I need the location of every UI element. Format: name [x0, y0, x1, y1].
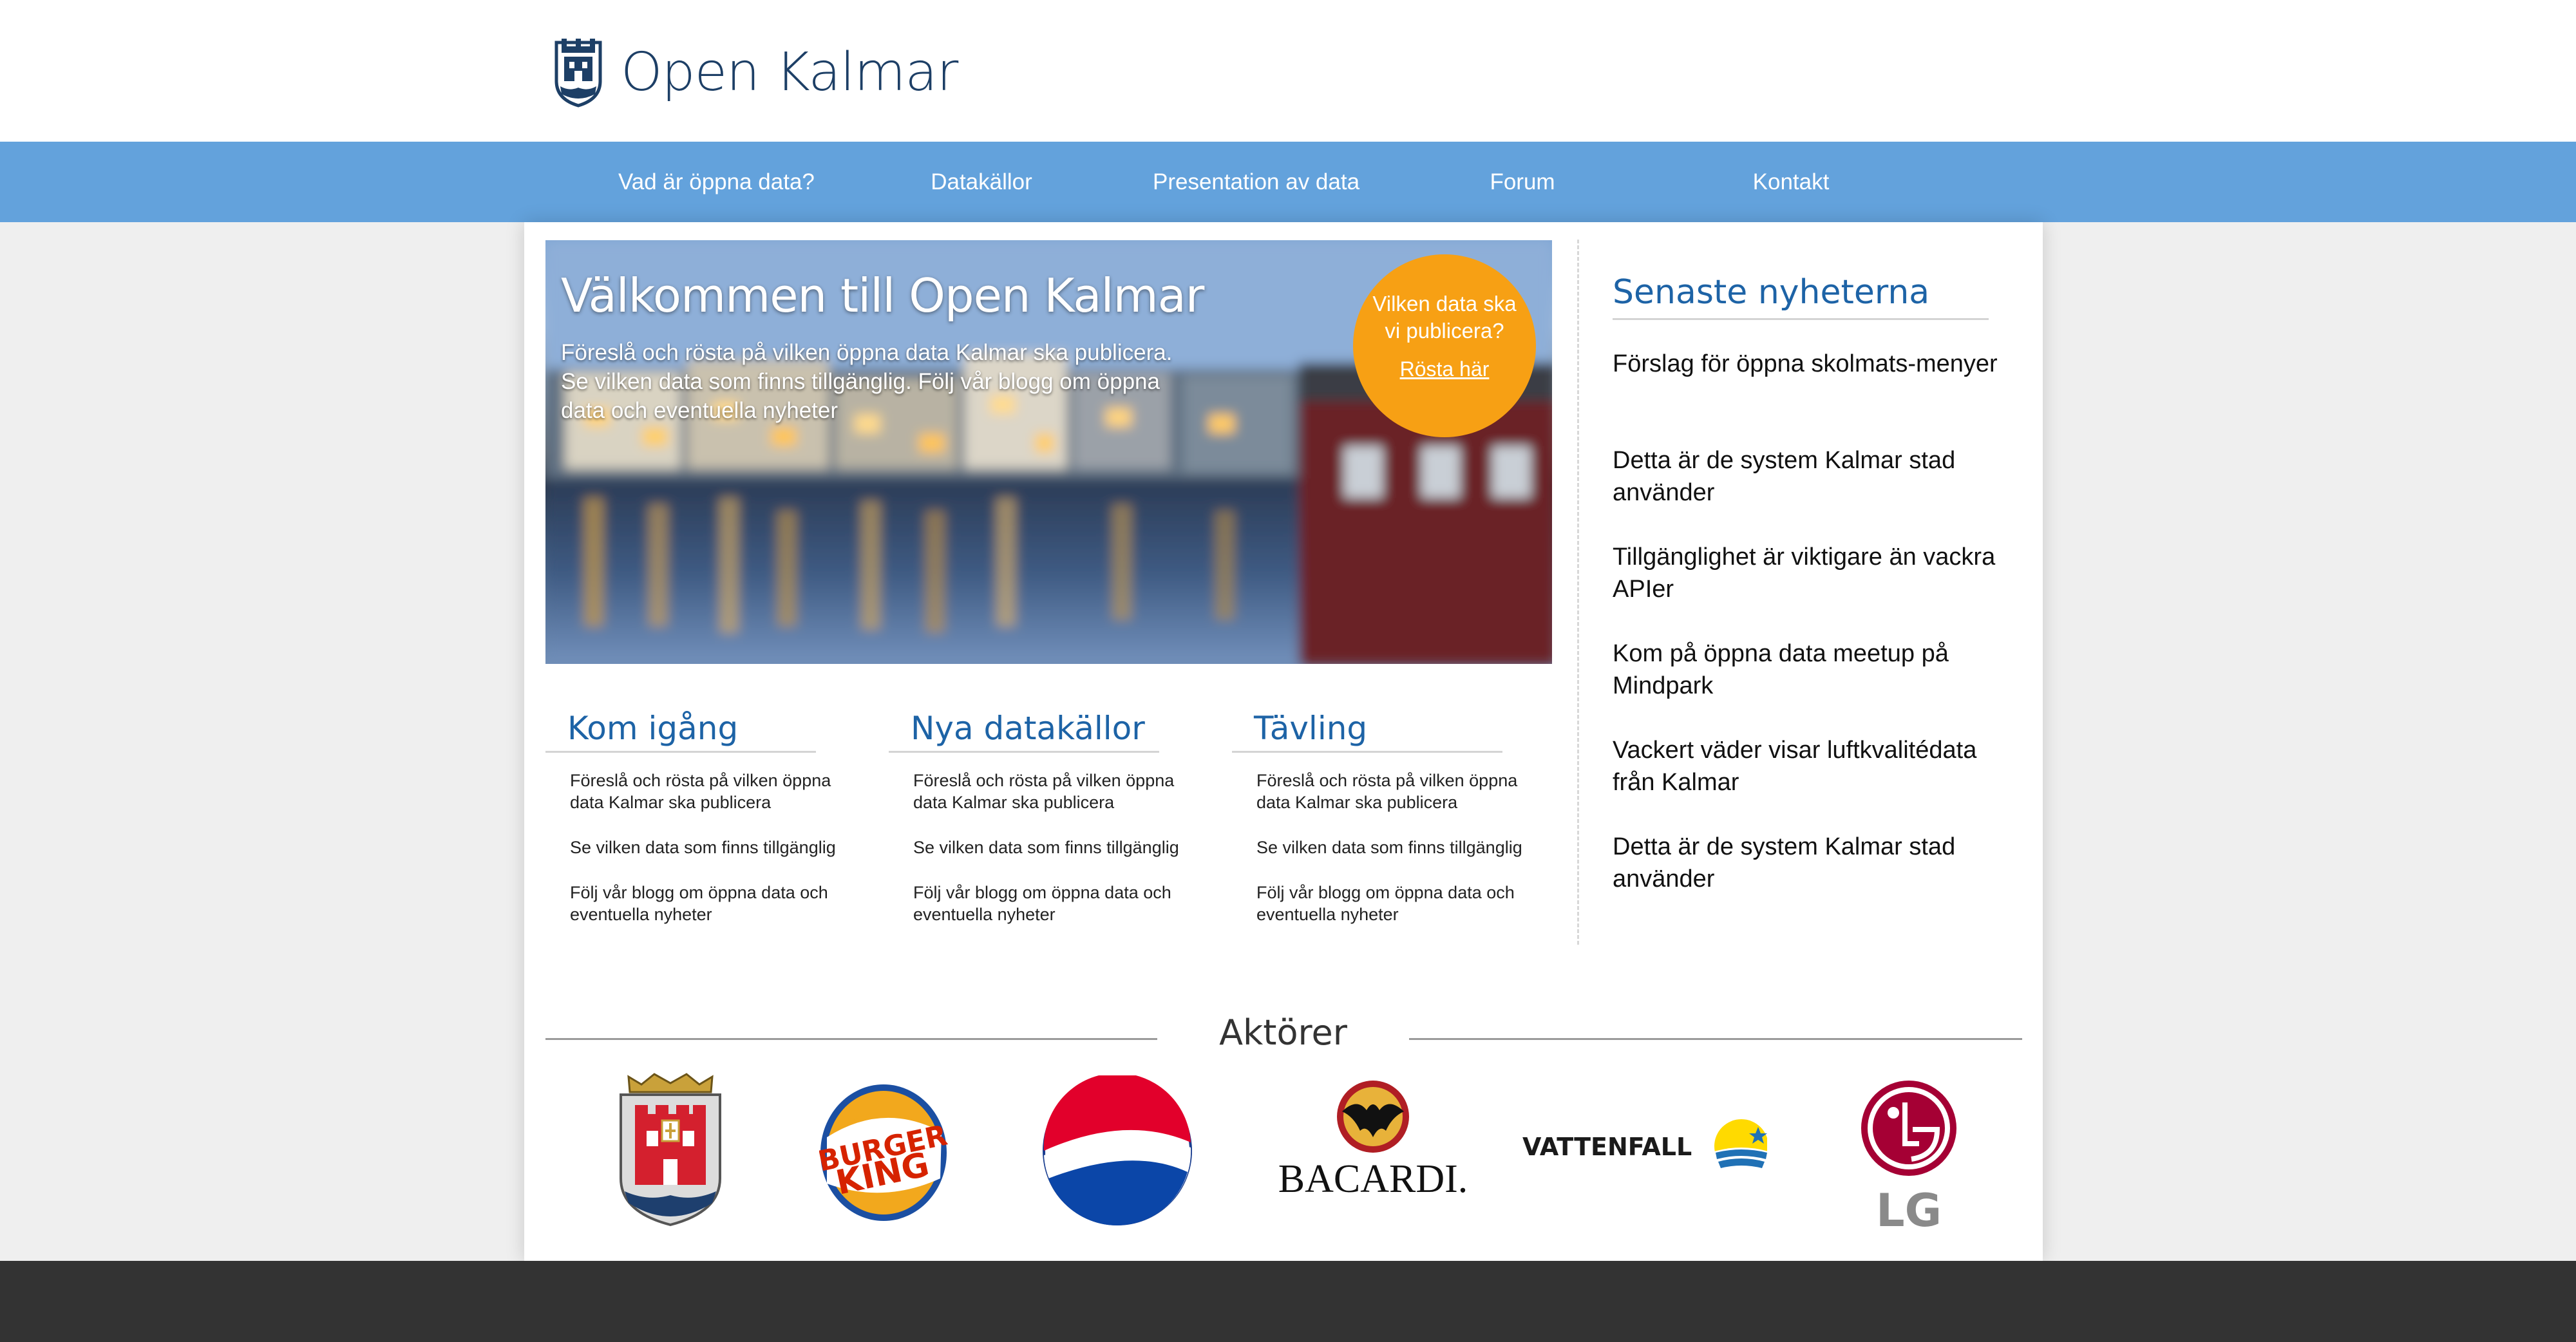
actors-title: Aktörer [1219, 1012, 1347, 1053]
site-logo-text: Open Kalmar [621, 41, 958, 103]
site-footer [0, 1261, 2576, 1342]
lg-wordmark: LG [1876, 1184, 1942, 1234]
actor-logo-lg[interactable]: LG [1857, 1079, 1960, 1234]
column-item[interactable]: Föreslå och rösta på vilken öppna data K… [913, 770, 1197, 813]
nav-item-forum[interactable]: Forum [1477, 142, 1567, 222]
column-title: Tävling [1232, 710, 1502, 753]
burger-king-icon: BURGER KING [819, 1084, 948, 1221]
news-item[interactable]: Förslag för öppna skolmats-menyer [1613, 348, 1999, 444]
actor-logo-burger-king[interactable]: BURGER KING [819, 1082, 948, 1224]
news-item[interactable]: Kom på öppna data meetup på Mindpark [1613, 638, 1999, 734]
vote-question: Vilken data ska vi publicera? [1372, 292, 1517, 343]
main-nav: Vad är öppna data? Datakällor Presentati… [0, 142, 2576, 222]
site-header: Open Kalmar [0, 0, 2576, 142]
actors-divider-right [1409, 1038, 2022, 1040]
actor-logo-pepsi[interactable] [1042, 1075, 1193, 1226]
column-title: Kom igång [545, 710, 816, 753]
pepsi-icon [1043, 1075, 1192, 1225]
actor-logo-vattenfall[interactable]: VATTENFALL [1522, 1114, 1767, 1178]
column-item[interactable]: Föreslå och rösta på vilken öppna data K… [570, 770, 853, 813]
bacardi-wordmark: BACARDI. [1278, 1157, 1468, 1201]
actor-logo-kalmar[interactable] [616, 1069, 725, 1230]
nav-item-presentation-av-data[interactable]: Presentation av data [1153, 142, 1359, 222]
column-item[interactable]: Följ vår blogg om öppna data och eventue… [570, 882, 853, 925]
hero-title: Välkommen till Open Kalmar [561, 269, 1204, 323]
column-nya-datakallor: Nya datakällor Föreslå och rösta på vilk… [889, 710, 1179, 949]
column-title: Nya datakällor [889, 710, 1159, 753]
site-logo[interactable]: Open Kalmar [553, 33, 958, 111]
column-item[interactable]: Se vilken data som finns tillgänglig [1256, 836, 1540, 858]
column-divider [1577, 240, 1579, 945]
bacardi-icon: BACARDI. [1278, 1081, 1468, 1201]
vattenfall-icon: VATTENFALL [1522, 1119, 1767, 1178]
vote-link[interactable]: Rösta här [1400, 357, 1490, 381]
nav-item-vad-ar-oppna-data[interactable]: Vad är öppna data? [618, 142, 815, 222]
actors-divider-left [545, 1038, 1157, 1040]
nav-item-datakallor[interactable]: Datakällor [913, 142, 1050, 222]
column-item[interactable]: Föreslå och rösta på vilken öppna data K… [1256, 770, 1540, 813]
hero-body-text: Föreslå och rösta på vilken öppna data K… [561, 340, 1173, 423]
news-title: Senaste nyheterna [1613, 273, 1989, 320]
news-list: Förslag för öppna skolmats-menyer Detta … [1613, 348, 1999, 927]
column-item[interactable]: Se vilken data som finns tillgänglig [570, 836, 853, 858]
news-item[interactable]: Tillgänglighet är viktigare än vackra AP… [1613, 541, 1999, 638]
vote-callout: Vilken data ska vi publicera? Rösta här [1353, 254, 1536, 437]
hero-banner: Välkommen till Open Kalmar Föreslå och r… [545, 240, 1552, 664]
column-item[interactable]: Följ vår blogg om öppna data och eventue… [913, 882, 1197, 925]
news-item[interactable]: Vackert väder visar luftkvalitédata från… [1613, 734, 1999, 831]
column-tavling: Tävling Föreslå och rösta på vilken öppn… [1232, 710, 1522, 949]
lg-icon: LG [1861, 1081, 1956, 1234]
news-item[interactable]: Detta är de system Kalmar stad använder [1613, 831, 1999, 927]
column-item[interactable]: Följ vår blogg om öppna data och eventue… [1256, 882, 1540, 925]
nav-item-kontakt[interactable]: Kontakt [1743, 142, 1839, 222]
column-kom-igang: Kom igång Föreslå och rösta på vilken öp… [545, 710, 836, 949]
actor-logo-bacardi[interactable]: BACARDI. [1270, 1079, 1476, 1202]
news-item[interactable]: Detta är de system Kalmar stad använder [1613, 444, 1999, 541]
kalmar-crest-icon [554, 39, 602, 108]
column-item[interactable]: Se vilken data som finns tillgänglig [913, 836, 1197, 858]
vattenfall-wordmark: VATTENFALL [1522, 1133, 1692, 1161]
kalmar-crest-icon [620, 1073, 721, 1227]
